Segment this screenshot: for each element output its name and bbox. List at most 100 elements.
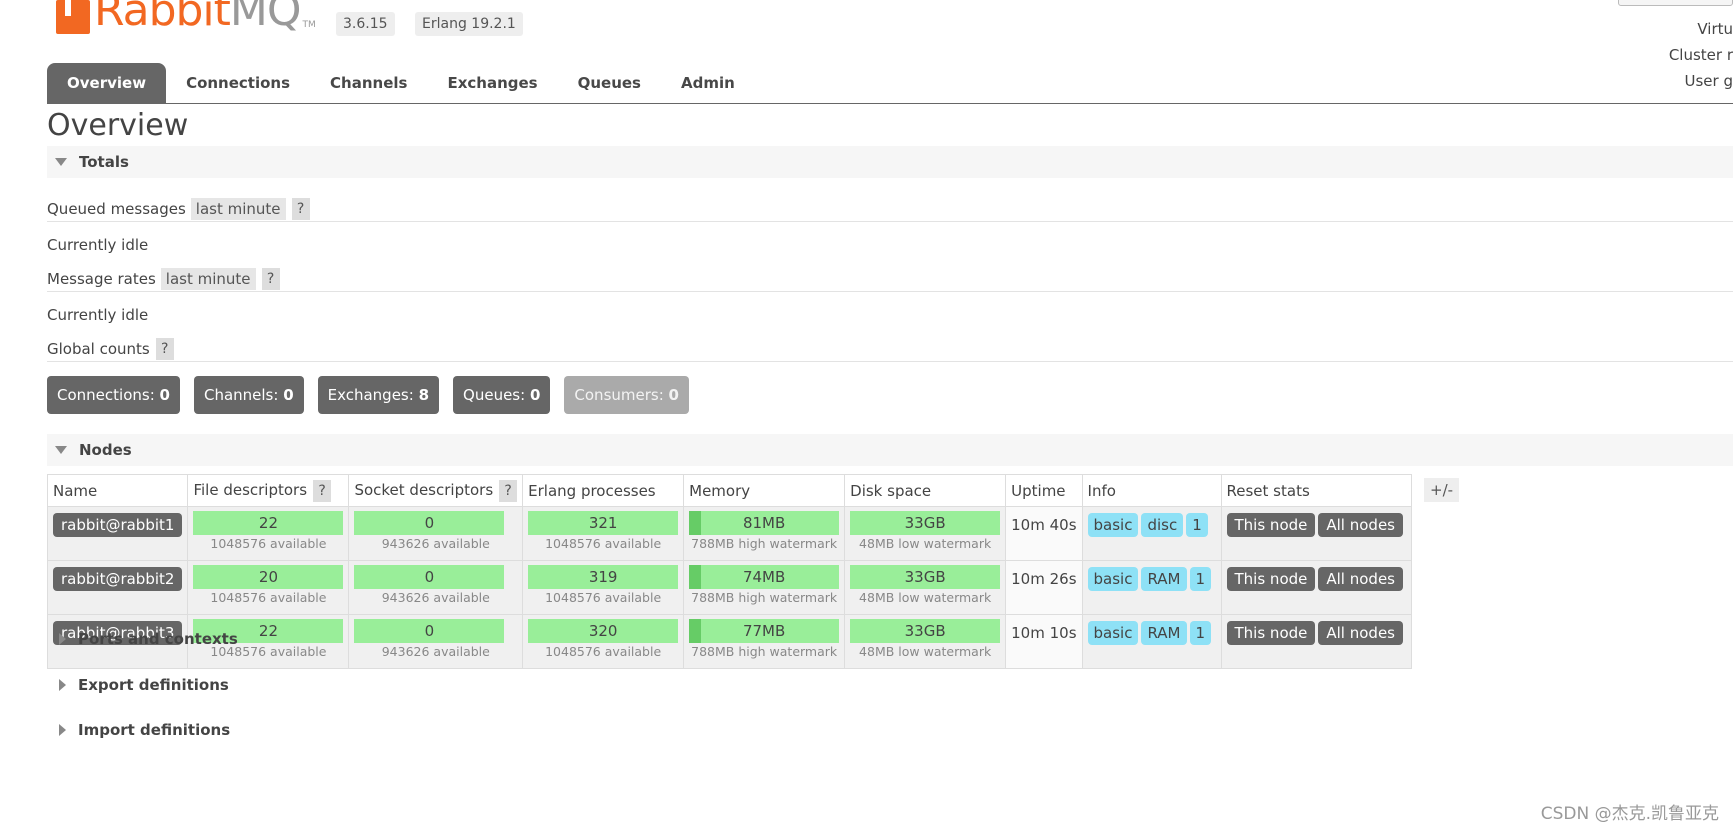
channels-count-button[interactable]: Channels: 0 <box>193 376 304 414</box>
col-erlang-processes: Erlang processes <box>522 474 685 507</box>
totals-section-toggle[interactable]: Totals <box>47 146 1733 178</box>
section-label: Import definitions <box>78 721 231 739</box>
reset-all-nodes-button[interactable]: All nodes <box>1318 621 1403 645</box>
col-socket-descriptors: Socket descriptors? <box>348 474 524 507</box>
disk-bar: 33GB <box>850 619 1001 643</box>
disk-value: 33GB <box>904 622 946 640</box>
totals-heading: Totals <box>79 153 129 171</box>
info-cell: basic disc 1 <box>1081 506 1222 561</box>
page-title: Overview <box>47 108 189 143</box>
reset-this-node-button[interactable]: This node <box>1226 513 1316 537</box>
rates-help-icon[interactable]: ? <box>261 267 280 290</box>
column-label: Name <box>53 481 98 500</box>
reset-stats-cell: This node All nodes <box>1220 614 1413 669</box>
rates-range-select[interactable]: last minute <box>160 267 256 290</box>
node-name-link[interactable]: rabbit@rabbit1 <box>53 513 183 537</box>
tab-admin[interactable]: Admin <box>661 63 755 103</box>
fd-available: 1048576 available <box>210 536 327 551</box>
global-counts-row: Global counts ? <box>47 336 1733 362</box>
queued-range-select[interactable]: last minute <box>190 197 286 220</box>
col-disk-space: Disk space <box>844 474 1007 507</box>
virtual-host-select[interactable] <box>1618 0 1733 6</box>
reset-this-node-button[interactable]: This node <box>1226 567 1316 591</box>
disk-value: 33GB <box>904 514 946 532</box>
queues-count-button[interactable]: Queues: 0 <box>453 376 551 414</box>
nodes-table: Name File descriptors? Socket descriptor… <box>46 474 1413 669</box>
disk-cell: 33GB 48MB low watermark <box>844 560 1007 615</box>
memory-value: 74MB <box>742 568 786 586</box>
tab-connections[interactable]: Connections <box>166 63 310 103</box>
queued-messages-label: Queued messages <box>47 199 186 218</box>
col-info: Info <box>1081 474 1222 507</box>
exchanges-count-button[interactable]: Exchanges: 8 <box>317 376 440 414</box>
sd-bar: 0 <box>354 619 505 643</box>
col-file-descriptors: File descriptors? <box>187 474 350 507</box>
ep-available: 1048576 available <box>545 536 662 551</box>
info-tag: disc <box>1141 513 1184 537</box>
column-label: Disk space <box>850 481 932 500</box>
reset-all-nodes-button[interactable]: All nodes <box>1318 567 1403 591</box>
triangle-down-icon <box>55 446 67 454</box>
global-help-icon[interactable]: ? <box>155 337 174 360</box>
columns-toggle-button[interactable]: +/- <box>1424 478 1460 502</box>
memory-value: 77MB <box>742 622 786 640</box>
tab-channels[interactable]: Channels <box>310 63 427 103</box>
uptime-value: 10m 26s <box>1011 570 1077 588</box>
nodes-section-toggle[interactable]: Nodes <box>47 434 1733 466</box>
import-definitions-toggle[interactable]: Import definitions <box>47 718 230 742</box>
node-name-link[interactable]: rabbit@rabbit2 <box>53 567 183 591</box>
info-cell: basic RAM 1 <box>1081 560 1222 615</box>
sd-bar: 0 <box>354 565 505 589</box>
sd-available: 943626 available <box>381 590 490 605</box>
fd-help-icon[interactable]: ? <box>313 479 332 502</box>
count-value: 0 <box>668 386 679 404</box>
disk-cell: 33GB 48MB low watermark <box>844 614 1007 669</box>
count-value: 0 <box>283 386 294 404</box>
tab-overview[interactable]: Overview <box>47 63 167 103</box>
main-nav-tabs: Overview Connections Channels Exchanges … <box>47 63 1733 104</box>
erlang-processes-cell: 320 1048576 available <box>522 614 685 669</box>
info-cell: basic RAM 1 <box>1081 614 1222 669</box>
info-tag: RAM <box>1141 567 1187 591</box>
reset-this-node-button[interactable]: This node <box>1226 621 1316 645</box>
sd-help-icon[interactable]: ? <box>499 479 518 502</box>
count-value: 8 <box>418 386 430 404</box>
export-definitions-toggle[interactable]: Export definitions <box>47 673 229 697</box>
memory-bar: 81MB <box>689 511 840 535</box>
connections-count-button[interactable]: Connections: 0 <box>47 376 180 414</box>
sd-cell: 0 943626 available <box>348 506 524 561</box>
reset-stats-cell: This node All nodes <box>1220 560 1413 615</box>
count-label: Queues: <box>463 386 526 404</box>
tab-queues[interactable]: Queues <box>558 63 661 103</box>
consumers-count-button[interactable]: Consumers: 0 <box>564 376 689 414</box>
info-tag: 1 <box>1189 567 1212 591</box>
reset-all-nodes-button[interactable]: All nodes <box>1318 513 1403 537</box>
column-label: Socket descriptors <box>354 480 494 499</box>
fd-bar: 20 <box>193 565 344 589</box>
column-label: Info <box>1087 481 1116 500</box>
node-name-cell: rabbit@rabbit2 <box>46 560 189 615</box>
ep-value: 319 <box>588 568 618 586</box>
disk-bar: 33GB <box>850 511 1001 535</box>
column-label: Erlang processes <box>528 481 656 500</box>
section-label: Export definitions <box>78 676 229 694</box>
fd-value: 22 <box>258 514 278 532</box>
ports-and-contexts-toggle[interactable]: Ports and contexts <box>47 627 238 651</box>
message-rates-row: Message rates last minute ? <box>47 266 1733 292</box>
tab-exchanges[interactable]: Exchanges <box>427 63 557 103</box>
memory-bar: 74MB <box>689 565 840 589</box>
queued-help-icon[interactable]: ? <box>291 197 310 220</box>
uptime-value: 10m 40s <box>1011 516 1077 534</box>
logo-trademark: TM <box>302 20 316 30</box>
uptime-cell: 10m 40s <box>1005 506 1083 561</box>
memory-bar: 77MB <box>689 619 840 643</box>
sd-value: 0 <box>424 568 435 586</box>
ep-bar: 319 <box>528 565 679 589</box>
info-tag: basic <box>1087 621 1139 645</box>
col-memory: Memory <box>683 474 846 507</box>
global-counts-label: Global counts <box>47 339 150 358</box>
memory-cell: 77MB 788MB high watermark <box>683 614 846 669</box>
sd-available: 943626 available <box>381 536 490 551</box>
ep-available: 1048576 available <box>545 644 662 659</box>
global-counts: Connections: 0 Channels: 0 Exchanges: 8 … <box>47 376 703 414</box>
